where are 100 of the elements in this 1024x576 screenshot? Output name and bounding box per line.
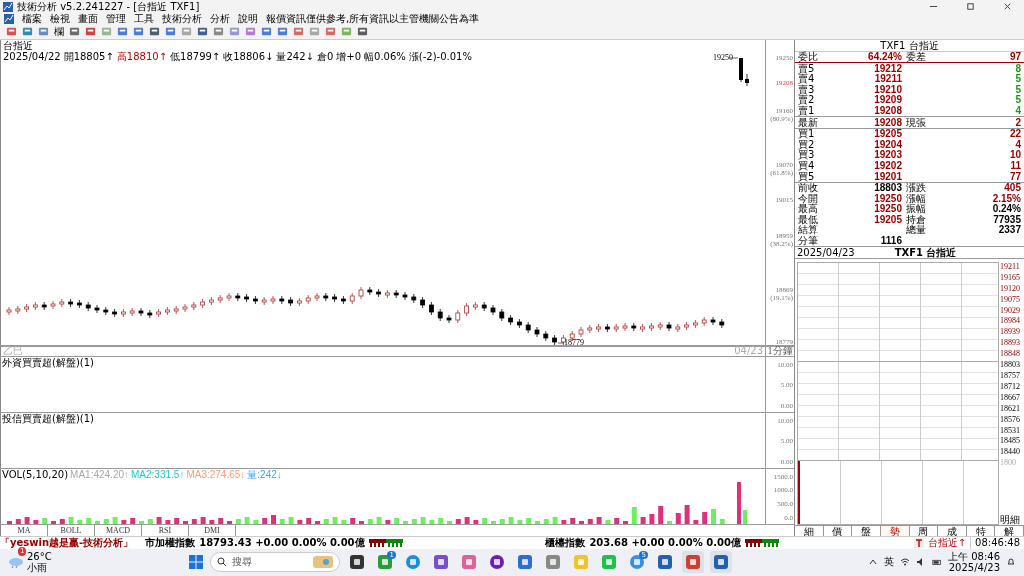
app-icon: [404, 554, 421, 571]
indicator-tab[interactable]: BOLL: [48, 524, 95, 536]
app-icon: [600, 554, 617, 571]
info-text: 漲(-2)-0.01%: [408, 50, 472, 62]
high-price-label: 19250: [713, 52, 733, 62]
index-value: 203.68 +0.00 0.00% 0.00億: [589, 536, 741, 549]
footer-label: 明細: [1000, 513, 1021, 525]
toolbar-icon[interactable]: [117, 26, 128, 38]
toolbar-icon[interactable]: [22, 26, 33, 38]
axis-label: 19120: [1000, 283, 1021, 295]
illustration-icon: [312, 556, 333, 569]
wifi-icon[interactable]: [900, 557, 910, 568]
app-icon: [572, 554, 589, 571]
quote-label: 買4: [797, 160, 816, 171]
app-icon: [460, 554, 477, 571]
toolbar-icon[interactable]: [293, 26, 304, 38]
quote-price: 19205: [873, 129, 902, 140]
restore-icon[interactable]: [966, 2, 975, 11]
date-label: 04/23: [734, 346, 763, 357]
symbol-label: 台指近: [2, 39, 34, 51]
axis-label: 18576: [1000, 414, 1021, 426]
panel-tab[interactable]: 解: [995, 524, 1024, 536]
quote-label: 今開: [797, 193, 819, 204]
toolbar-icon[interactable]: [213, 26, 224, 38]
toolbar-icon[interactable]: [38, 26, 49, 38]
toolbar-icon[interactable]: [325, 26, 336, 38]
menu-item[interactable]: 檢視: [50, 13, 70, 25]
info-text: 量242↓: [276, 50, 314, 62]
breadth-bar-drawing: [744, 538, 779, 547]
app-icon: [656, 554, 673, 571]
panel-tab[interactable]: 周: [909, 524, 939, 536]
quote-label: 買1: [797, 129, 816, 140]
bell-icon[interactable]: [1006, 557, 1016, 568]
menu-item[interactable]: 分析: [210, 13, 230, 25]
toolbar-icon[interactable]: [277, 26, 288, 38]
menu-item[interactable]: 檔案: [22, 13, 42, 25]
quote-value: 19250: [874, 192, 902, 204]
menu-item[interactable]: 畫面: [78, 13, 98, 25]
ma-value: MA3:274.65↓: [186, 468, 246, 480]
cloud-rain-icon[interactable]: [8, 555, 24, 570]
toolbar-icon[interactable]: [245, 26, 256, 38]
axis-label: 19165: [1000, 272, 1021, 284]
ma-value: MA2:331.5↑: [131, 468, 185, 480]
search-field[interactable]: 搜尋: [209, 552, 340, 573]
toolbar-icon[interactable]: [133, 26, 144, 38]
axis-label: 18939: [1000, 327, 1021, 339]
indicator-tab[interactable]: DMI: [189, 524, 236, 536]
language-indicator[interactable]: 英: [884, 555, 894, 570]
quote-price: 19208: [873, 117, 902, 128]
quote-label: 賣5: [797, 63, 816, 74]
menu-item[interactable]: 說明: [238, 13, 258, 25]
panel-tab[interactable]: 勢: [880, 524, 910, 536]
quote-qty: 4: [1014, 139, 1021, 150]
quote-label: 最高: [797, 204, 819, 215]
quote-price: 19202: [873, 160, 902, 171]
toolbar-icon[interactable]: [6, 26, 17, 38]
toolbar-label[interactable]: 欄: [54, 25, 64, 38]
search-icon: [216, 557, 227, 568]
quote-label: 持倉: [906, 213, 926, 225]
start-icon[interactable]: [187, 554, 204, 571]
quote-label: 賣2: [797, 95, 816, 106]
toolbar-icon[interactable]: [165, 26, 176, 38]
panel-tab[interactable]: 細: [795, 524, 824, 536]
axis-label: 18667: [1000, 392, 1021, 404]
toolbar-icon[interactable]: [69, 26, 80, 38]
quote-qty: 4: [1014, 105, 1021, 116]
toolbar-icon[interactable]: [85, 26, 96, 38]
taskbar-app[interactable]: [709, 551, 732, 574]
indicator-tab[interactable]: MA: [1, 524, 48, 536]
indicator-tab[interactable]: RSI: [142, 524, 189, 536]
quote-price: 19201: [873, 171, 902, 182]
menu-item[interactable]: 技術分析: [162, 13, 202, 25]
taskbar-clock[interactable]: 上午 08:46 2025/4/23: [948, 551, 1000, 574]
panel-tab[interactable]: 盤: [852, 524, 881, 536]
close-icon[interactable]: [1003, 2, 1012, 11]
app-icon: [348, 554, 365, 571]
toolbar-icon[interactable]: [149, 26, 160, 38]
quote-price: 19204: [873, 139, 902, 150]
menu-item[interactable]: 管理: [106, 13, 126, 25]
panel-tab[interactable]: 價: [823, 524, 853, 536]
menu-item[interactable]: 工具: [134, 13, 154, 25]
battery-icon[interactable]: [932, 557, 942, 568]
period-label: 1分鐘: [767, 346, 793, 357]
toolbar-icon[interactable]: [357, 26, 368, 38]
quote-qty: 5: [1014, 74, 1021, 85]
pane-title: 投信買賣超(解盤)(1): [1, 412, 94, 424]
quote-value: 64.24%: [867, 51, 902, 62]
low-price-label: 18779: [564, 337, 584, 347]
axis-label: 19029: [1000, 305, 1021, 317]
panel-tab[interactable]: 成: [938, 524, 967, 536]
indicator-tab[interactable]: MACD: [95, 524, 142, 536]
quote-qty: 5: [1014, 95, 1021, 106]
panel-tab[interactable]: 特: [966, 524, 996, 536]
axis-label: 18440: [1000, 447, 1021, 459]
axis-label: 18803: [1000, 360, 1021, 371]
quote-label: 漲幅: [906, 192, 926, 204]
toolbar-icon[interactable]: [261, 26, 272, 38]
toolbar-icon[interactable]: [197, 26, 208, 38]
brand-text: 「yeswin越是贏-技術分析」: [0, 536, 134, 549]
quote-value: 405: [1004, 182, 1021, 194]
